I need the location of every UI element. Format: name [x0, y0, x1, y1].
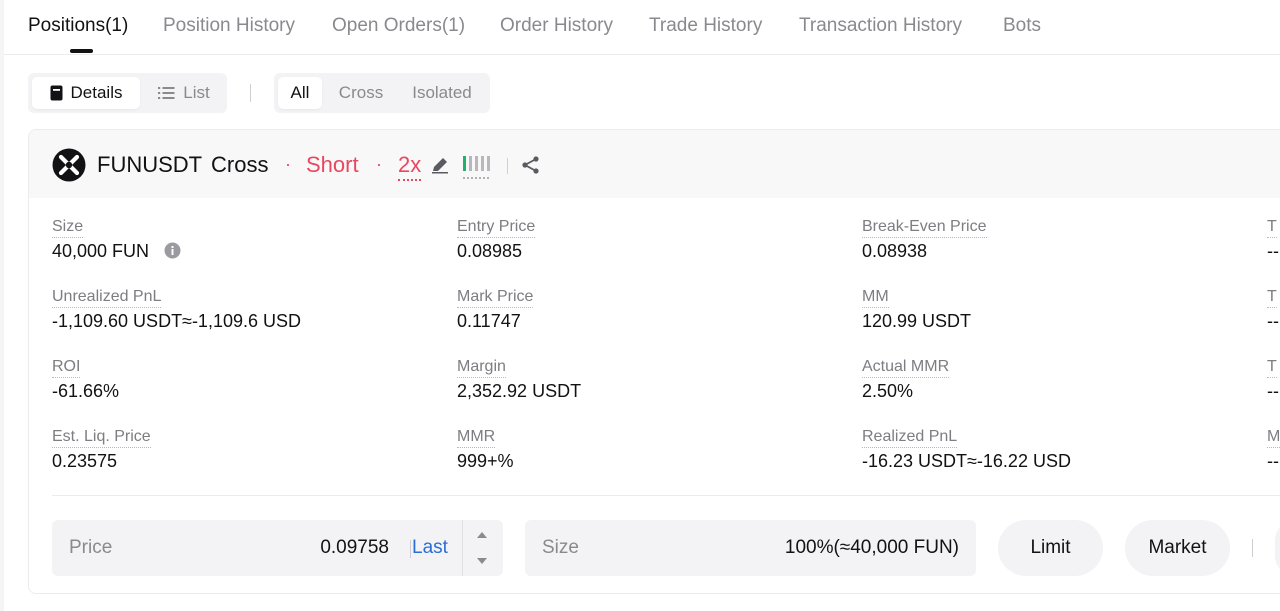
- est-liq-price-value: 0.23575: [52, 451, 118, 471]
- position-side: Short: [306, 152, 359, 177]
- truncated-field-label[interactable]: T: [1267, 218, 1277, 238]
- mark-price-value: 0.11747: [457, 311, 521, 331]
- share-icon[interactable]: [521, 155, 541, 175]
- margin-mode-filter: All Cross Isolated: [274, 73, 490, 113]
- position-margin-mode: Cross: [211, 152, 269, 177]
- toolbar-divider: [250, 84, 251, 102]
- break-even-price-value: 0.08938: [862, 241, 928, 261]
- tab-position-history[interactable]: Position History: [163, 15, 295, 37]
- size-value: 40,000 FUN: [52, 241, 150, 261]
- details-view-button[interactable]: Details: [32, 77, 140, 109]
- active-tab-indicator: [70, 49, 93, 53]
- details-icon: [50, 85, 63, 101]
- tab-positions[interactable]: Positions(1): [28, 15, 128, 37]
- mark-price-label[interactable]: Mark Price: [457, 288, 534, 308]
- truncated-field-label[interactable]: T: [1267, 358, 1277, 378]
- market-close-button[interactable]: Market: [1125, 520, 1230, 576]
- truncated-field-label[interactable]: M: [1267, 428, 1280, 448]
- mm-label[interactable]: MM: [862, 288, 889, 308]
- mmr-label[interactable]: MMR: [457, 428, 496, 448]
- filter-cross[interactable]: Cross: [328, 77, 394, 109]
- size-input-value[interactable]: 100%(≈40,000 FUN): [785, 537, 959, 559]
- filter-isolated[interactable]: Isolated: [400, 77, 484, 109]
- positions-panel: Positions(1) Position History Open Order…: [4, 0, 1280, 611]
- tab-transaction-history[interactable]: Transaction History: [799, 15, 962, 37]
- leverage-bars-icon[interactable]: [463, 154, 497, 182]
- price-input-label: Price: [69, 537, 113, 558]
- actual-mmr-value: 2.50%: [862, 381, 914, 401]
- coin-logo-icon: [52, 148, 86, 182]
- unrealized-pnl-value: -1,109.60 USDT≈-1,109.6 USD: [52, 311, 301, 331]
- position-card: FUNUSDT Cross · Short · 2x Size 40,000 F…: [28, 129, 1280, 594]
- tab-bar: Positions(1) Position History Open Order…: [4, 0, 1280, 55]
- header-divider: [507, 158, 508, 174]
- tab-trade-history[interactable]: Trade History: [649, 15, 762, 37]
- entry-price-value: 0.08985: [457, 241, 523, 261]
- list-view-button[interactable]: List: [146, 77, 222, 109]
- position-header: FUNUSDT Cross · Short · 2x: [29, 130, 1280, 198]
- view-toggle: Details List: [28, 73, 227, 113]
- tab-order-history[interactable]: Order History: [500, 15, 613, 37]
- truncated-field-value: --: [1267, 241, 1279, 261]
- roi-label[interactable]: ROI: [52, 358, 81, 378]
- close-price-input[interactable]: Price 0.09758 Last: [52, 520, 503, 576]
- more-actions-button[interactable]: [1275, 520, 1280, 576]
- truncated-field-value: --: [1267, 381, 1279, 401]
- price-source-last[interactable]: Last: [412, 537, 448, 559]
- margin-value: 2,352.92 USDT: [457, 381, 582, 401]
- tab-open-orders[interactable]: Open Orders(1): [332, 15, 465, 37]
- price-input-value[interactable]: 0.09758: [320, 537, 389, 559]
- roi-value: -61.66%: [52, 381, 120, 401]
- limit-close-button[interactable]: Limit: [998, 520, 1103, 576]
- tab-bots[interactable]: Bots: [1003, 15, 1041, 37]
- edit-icon[interactable]: [431, 156, 449, 174]
- list-icon: [158, 87, 175, 99]
- stepper-divider: [462, 520, 463, 576]
- truncated-field-value: --: [1267, 311, 1279, 331]
- separator-dot: ·: [376, 154, 382, 174]
- size-label[interactable]: Size: [52, 218, 84, 238]
- est-liq-price-label[interactable]: Est. Liq. Price: [52, 428, 151, 448]
- section-divider: [52, 495, 1280, 496]
- actual-mmr-label[interactable]: Actual MMR: [862, 358, 950, 378]
- caret-up-icon[interactable]: [476, 531, 488, 539]
- details-label: Details: [70, 83, 123, 102]
- realized-pnl-value: -16.23 USDT≈-16.22 USD: [862, 451, 1071, 471]
- actions-divider: [1252, 539, 1253, 557]
- realized-pnl-label[interactable]: Realized PnL: [862, 428, 958, 448]
- truncated-field-label[interactable]: T: [1267, 288, 1277, 308]
- info-icon[interactable]: [164, 242, 181, 259]
- caret-down-icon[interactable]: [476, 557, 488, 565]
- unrealized-pnl-label[interactable]: Unrealized PnL: [52, 288, 162, 308]
- price-input-divider: [410, 540, 411, 558]
- mm-value: 120.99 USDT: [862, 311, 972, 331]
- separator-dot: ·: [285, 154, 291, 174]
- entry-price-label[interactable]: Entry Price: [457, 218, 536, 238]
- truncated-field-value: --: [1267, 451, 1279, 471]
- close-size-input[interactable]: Size 100%(≈40,000 FUN): [525, 520, 976, 576]
- list-label: List: [183, 83, 210, 102]
- mmr-value: 999+%: [457, 451, 514, 471]
- size-input-label: Size: [542, 537, 579, 558]
- break-even-price-label[interactable]: Break-Even Price: [862, 218, 987, 238]
- position-leverage[interactable]: 2x: [398, 152, 422, 181]
- filter-all[interactable]: All: [278, 77, 322, 109]
- position-symbol[interactable]: FUNUSDT: [97, 152, 202, 178]
- margin-label[interactable]: Margin: [457, 358, 506, 378]
